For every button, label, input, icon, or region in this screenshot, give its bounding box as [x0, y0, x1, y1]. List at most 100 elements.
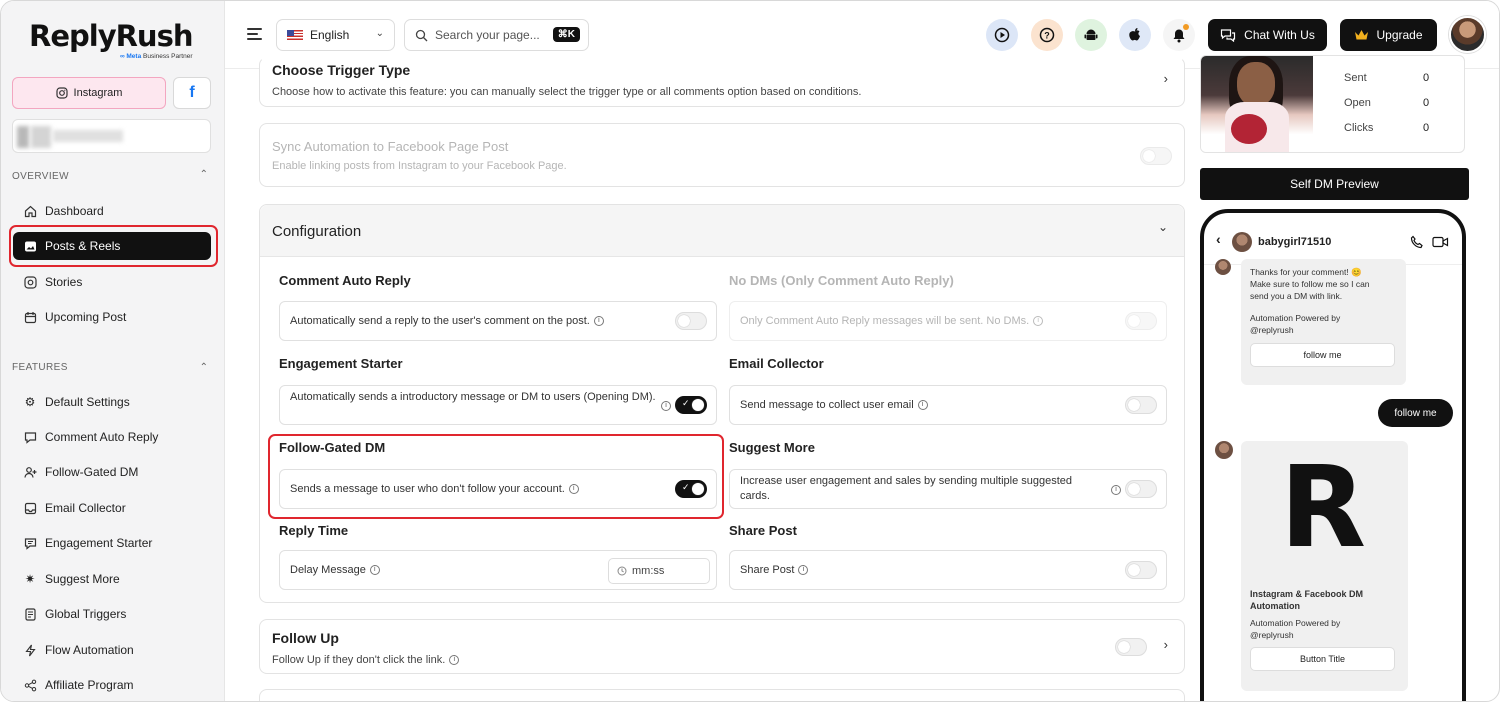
sidebar-item-upcoming-post[interactable]: Upcoming Post: [13, 303, 211, 331]
stories-icon: [23, 275, 37, 289]
message-lines-icon: [23, 536, 37, 550]
delay-time-input[interactable]: mm:ss: [608, 558, 710, 584]
message-line-3: send you a DM with link.: [1250, 291, 1343, 301]
meta-partner-badge: ∞ Meta Business Partner: [119, 53, 193, 60]
chat-label: Chat With Us: [1244, 28, 1315, 42]
info-icon[interactable]: i: [798, 565, 809, 576]
info-icon[interactable]: i: [593, 316, 604, 327]
android-icon: [1084, 29, 1098, 40]
highlight-follow-gated-dm: [268, 434, 724, 519]
sidebar-item-suggest-more[interactable]: ✷ Suggest More: [13, 565, 211, 593]
comment-auto-reply-label: Comment Auto Reply: [279, 273, 411, 288]
share-post-toggle[interactable]: [1125, 561, 1157, 579]
no-dms-toggle[interactable]: [1125, 312, 1157, 330]
instagram-tab[interactable]: Instagram: [12, 77, 166, 109]
sender-avatar: [1215, 441, 1233, 459]
chevron-up-icon[interactable]: ⌃: [200, 169, 208, 180]
card-button[interactable]: Button Title: [1250, 647, 1395, 671]
email-collector-option: Send message to collect user email i: [729, 385, 1167, 425]
email-collector-toggle[interactable]: [1125, 396, 1157, 414]
sidebar-item-dashboard[interactable]: Dashboard: [13, 197, 211, 225]
lightning-icon: [23, 643, 37, 657]
info-icon[interactable]: i: [369, 565, 380, 576]
features-section-label: FEATURES: [12, 362, 68, 373]
sidebar-item-comment-auto-reply[interactable]: Comment Auto Reply: [13, 423, 211, 451]
chat-with-us-button[interactable]: Chat With Us: [1208, 19, 1327, 51]
info-icon[interactable]: i: [1111, 485, 1121, 495]
upgrade-label: Upgrade: [1376, 28, 1423, 42]
sync-toggle[interactable]: [1140, 147, 1172, 165]
language-select[interactable]: English ⌄: [276, 19, 395, 51]
search-icon: [415, 29, 428, 41]
account-selector[interactable]: [12, 119, 211, 153]
notifications-button[interactable]: [1163, 19, 1195, 51]
replyrush-logo[interactable]: ReplyRush ∞ Meta Business Partner: [29, 19, 193, 60]
info-icon[interactable]: i: [449, 655, 460, 666]
crown-icon: [1355, 30, 1369, 40]
sidebar-item-flow-automation[interactable]: Flow Automation: [13, 636, 211, 664]
sidebar-item-label: Upcoming Post: [45, 310, 127, 324]
sync-title: Sync Automation to Facebook Page Post: [272, 139, 509, 154]
message-line-2: Make sure to follow me so I can: [1250, 279, 1370, 289]
no-dms-text: Only Comment Auto Reply messages will be…: [740, 315, 1030, 327]
sidebar-item-email-collector[interactable]: Email Collector: [13, 494, 211, 522]
chevron-up-icon[interactable]: ⌃: [200, 362, 208, 373]
sidebar-item-stories[interactable]: Stories: [13, 268, 211, 296]
post-stats-card: Sent 0 Open 0 Clicks 0: [1200, 55, 1465, 153]
sidebar-item-follow-gated-dm[interactable]: Follow-Gated DM: [13, 458, 211, 486]
help-button[interactable]: ?: [1031, 19, 1063, 51]
phone-preview: ‹ babygirl71510 Thanks for your comment!…: [1200, 209, 1466, 701]
info-icon[interactable]: i: [661, 401, 671, 411]
facebook-icon: f: [189, 84, 195, 101]
info-icon[interactable]: i: [917, 400, 928, 411]
comment-auto-reply-text: Automatically send a reply to the user's…: [290, 315, 590, 327]
suggest-more-toggle[interactable]: [1125, 480, 1157, 498]
trigger-type-card[interactable]: Choose Trigger Type Choose how to activa…: [259, 57, 1185, 107]
menu-icon[interactable]: [247, 28, 262, 43]
sidebar-item-global-triggers[interactable]: Global Triggers: [13, 600, 211, 628]
sidebar: ReplyRush ∞ Meta Business Partner Instag…: [1, 1, 225, 701]
comment-auto-reply-toggle[interactable]: [675, 312, 707, 330]
reply-time-option: Delay Message i mm:ss: [279, 550, 717, 590]
self-dm-preview-button[interactable]: Self DM Preview: [1200, 168, 1469, 200]
chat-icon: [1221, 29, 1236, 42]
ios-app-button[interactable]: [1119, 19, 1151, 51]
us-flag-icon: [287, 30, 303, 40]
sidebar-item-label: Follow-Gated DM: [45, 465, 139, 479]
dm-message-bubble: Thanks for your comment! 😊 Make sure to …: [1241, 259, 1406, 385]
follow-me-button[interactable]: follow me: [1250, 343, 1395, 367]
sidebar-item-engagement-starter[interactable]: Engagement Starter: [13, 529, 211, 557]
search-input[interactable]: Search your page... ⌘K: [404, 19, 589, 51]
configuration-header[interactable]: Configuration ⌄: [260, 205, 1184, 257]
instagram-tab-label: Instagram: [73, 87, 123, 99]
video-call-icon[interactable]: [1432, 236, 1449, 248]
share-icon: [23, 678, 37, 692]
sidebar-item-default-settings[interactable]: ⚙ Default Settings: [13, 388, 211, 416]
stat-value-clicks: 0: [1423, 122, 1430, 134]
message-line-1: Thanks for your comment! 😊: [1250, 267, 1362, 277]
android-app-button[interactable]: [1075, 19, 1107, 51]
sidebar-item-affiliate-program[interactable]: Affiliate Program: [13, 671, 211, 699]
trigger-type-title: Choose Trigger Type: [272, 62, 411, 78]
info-icon[interactable]: i: [1033, 316, 1044, 327]
upgrade-button[interactable]: Upgrade: [1340, 19, 1437, 51]
next-section-card: [259, 689, 1185, 701]
stat-label-sent: Sent: [1344, 72, 1367, 84]
instagram-icon: [55, 87, 68, 99]
svg-text:?: ?: [1044, 31, 1050, 41]
gear-icon: ⚙: [24, 395, 36, 409]
sync-desc: Enable linking posts from Instagram to y…: [272, 160, 567, 172]
home-icon: [23, 204, 37, 218]
post-thumbnail[interactable]: [1201, 56, 1313, 152]
follow-up-toggle[interactable]: [1115, 638, 1147, 656]
delay-message-text: Delay Message: [290, 564, 366, 576]
phone-call-icon[interactable]: [1410, 235, 1424, 249]
engagement-starter-toggle[interactable]: ✓: [675, 396, 707, 414]
share-post-option: Share Post i: [729, 550, 1167, 590]
follow-up-card[interactable]: Follow Up Follow Up if they don't click …: [259, 619, 1185, 674]
sidebar-item-label: Engagement Starter: [45, 536, 153, 550]
play-tutorial-button[interactable]: [986, 19, 1018, 51]
user-avatar[interactable]: [1449, 16, 1486, 53]
back-arrow-icon[interactable]: ‹: [1216, 231, 1221, 247]
facebook-tab[interactable]: f: [173, 77, 211, 109]
